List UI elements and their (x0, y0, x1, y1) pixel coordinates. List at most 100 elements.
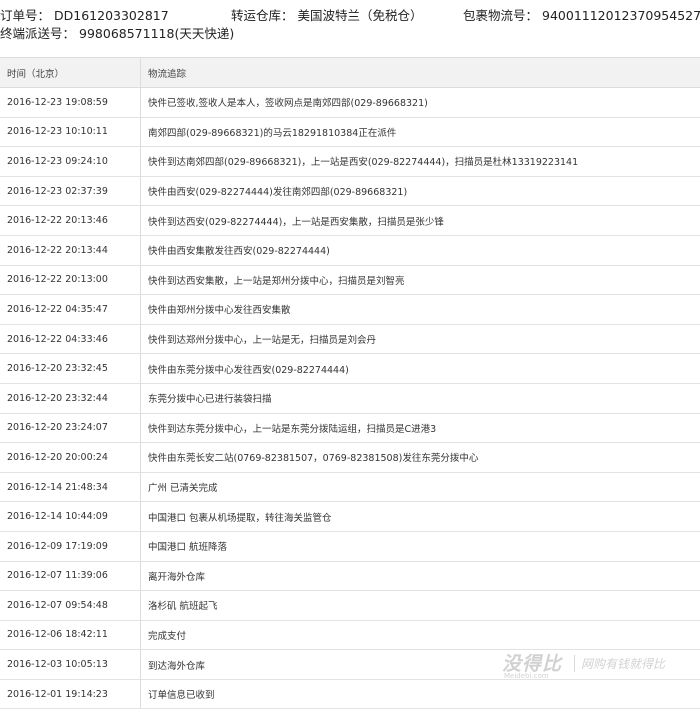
column-divider (140, 679, 141, 709)
table-row: 2016-12-23 19:08:59 快件已签收,签收人是本人，签收网点是南郊四… (0, 88, 700, 118)
column-divider (140, 176, 141, 206)
transit-warehouse-value: 美国波特兰（免税仓） (297, 8, 423, 23)
table-row: 2016-12-22 20:13:00 快件到达西安集散，上一站是郑州分拨中心，扫… (0, 265, 700, 296)
row-time: 2016-12-01 19:14:23 (7, 688, 108, 700)
row-tracking-info: 快件由西安集散发往西安(029-82274444) (148, 246, 330, 258)
table-row: 2016-12-06 18:42:11 完成支付 (0, 620, 700, 651)
shipment-header: 订单号： DD161203302817 转运仓库： 美国波特兰（免税仓） 包裹物流号… (0, 0, 700, 44)
row-time: 2016-12-22 20:13:46 (7, 215, 108, 227)
column-divider (140, 502, 141, 531)
column-divider (140, 354, 141, 383)
row-tracking-info: 到达海外仓库 (148, 660, 206, 672)
column-header-tracking: 物流追踪 (148, 68, 187, 80)
table-header-row: 时间（北京） 物流追踪 (0, 58, 700, 88)
table-row: 2016-12-14 21:48:34 广州 已清关完成 (0, 472, 700, 503)
table-row: 2016-12-20 23:24:07 快件到达东莞分拨中心，上一站是东莞分拨陆运… (0, 413, 700, 444)
table-row: 2016-12-23 10:10:11 南郊四部(029-89668321)的马云… (0, 117, 700, 148)
row-tracking-info: 快件由郑州分拨中心发往西安集散 (148, 305, 291, 317)
row-tracking-info: 快件到达南郊四部(029-89668321)，上一站是西安(029-822744… (148, 157, 579, 169)
row-tracking-info: 快件到达西安集散，上一站是郑州分拨中心，扫描员是刘智亮 (148, 275, 405, 287)
row-time: 2016-12-22 04:35:47 (7, 303, 108, 315)
column-divider (140, 413, 141, 443)
column-divider (140, 295, 141, 324)
row-tracking-info: 快件由东莞长安二站(0769-82381507，0769-82381508)发往… (148, 453, 479, 465)
column-divider (140, 206, 141, 235)
order-number-label: 订单号： (0, 8, 51, 23)
tracking-table: 时间（北京） 物流追踪 2016-12-23 19:08:59 快件已签收,签收人… (0, 57, 700, 709)
row-time: 2016-12-20 23:32:45 (7, 363, 108, 375)
row-tracking-info: 东莞分拨中心已进行装袋扫描 (148, 394, 272, 406)
column-header-time: 时间（北京） (7, 68, 65, 80)
row-time: 2016-12-23 10:10:11 (7, 126, 108, 138)
row-time: 2016-12-03 10:05:13 (7, 659, 108, 671)
table-row: 2016-12-20 23:32:45 快件由东莞分拨中心发往西安(029-822… (0, 354, 700, 384)
row-time: 2016-12-22 04:33:46 (7, 333, 108, 345)
column-divider (140, 591, 141, 620)
row-tracking-info: 快件由东莞分拨中心发往西安(029-82274444) (148, 364, 349, 376)
column-divider (140, 383, 141, 413)
row-time: 2016-12-23 02:37:39 (7, 185, 108, 197)
row-time: 2016-12-23 09:24:10 (7, 155, 108, 167)
table-row: 2016-12-22 04:33:46 快件到达郑州分拨中心，上一站是无，扫描员是… (0, 324, 700, 355)
row-tracking-info: 快件由西安(029-82274444)发往南郊四部(029-89668321) (148, 187, 408, 199)
table-row: 2016-12-23 09:24:10 快件到达南郊四部(029-89668321… (0, 147, 700, 177)
row-tracking-info: 快件到达郑州分拨中心，上一站是无，扫描员是刘会丹 (148, 335, 377, 347)
final-delivery-value: 998068571118(天天快递) (79, 26, 235, 41)
transit-warehouse: 转运仓库： 美国波特兰（免税仓） (231, 8, 423, 24)
column-divider (140, 531, 141, 561)
column-divider (140, 324, 141, 354)
column-divider (140, 443, 141, 472)
table-row: 2016-12-22 04:35:47 快件由郑州分拨中心发往西安集散 (0, 295, 700, 325)
table-row: 2016-12-22 20:13:44 快件由西安集散发往西安(029-82274… (0, 235, 700, 266)
column-divider (140, 265, 141, 295)
order-number: 订单号： DD161203302817 (0, 8, 169, 24)
table-row: 2016-12-03 10:05:13 到达海外仓库 (0, 650, 700, 680)
row-tracking-info: 订单信息已收到 (148, 690, 215, 702)
column-divider (140, 561, 141, 591)
table-row: 2016-12-14 10:44:09 中国港口 包裹从机场提取，转往海关监管仓 (0, 502, 700, 532)
final-delivery-label: 终端派送号： (0, 26, 76, 41)
column-divider (140, 88, 141, 117)
row-tracking-info: 快件到达东莞分拨中心，上一站是东莞分拨陆运组，扫描员是C进港3 (148, 423, 437, 435)
transit-warehouse-label: 转运仓库： (231, 8, 294, 23)
column-divider (140, 472, 141, 502)
table-row: 2016-12-07 09:54:48 洛杉矶 航班起飞 (0, 591, 700, 621)
row-tracking-info: 中国港口 航班降落 (148, 542, 228, 554)
package-tracking-label: 包裹物流号： (463, 8, 539, 23)
row-time: 2016-12-22 20:13:44 (7, 244, 108, 256)
column-divider (140, 620, 141, 650)
table-row: 2016-12-09 17:19:09 中国港口 航班降落 (0, 531, 700, 562)
row-tracking-info: 快件到达西安(029-82274444)，上一站是西安集散，扫描员是张少锋 (148, 216, 444, 228)
table-row: 2016-12-07 11:39:06 离开海外仓库 (0, 561, 700, 592)
table-row: 2016-12-20 20:00:24 快件由东莞长安二站(0769-823815… (0, 443, 700, 473)
row-time: 2016-12-14 10:44:09 (7, 511, 108, 523)
column-divider (140, 650, 141, 679)
row-time: 2016-12-20 23:24:07 (7, 422, 108, 434)
row-tracking-info: 广州 已清关完成 (148, 483, 218, 495)
table-row: 2016-12-22 20:13:46 快件到达西安(029-82274444)，… (0, 206, 700, 236)
row-time: 2016-12-14 21:48:34 (7, 481, 108, 493)
table-row: 2016-12-20 23:32:44 东莞分拨中心已进行装袋扫描 (0, 383, 700, 414)
package-tracking-number: 包裹物流号： 9400111201237095452714 (463, 8, 700, 24)
row-time: 2016-12-07 09:54:48 (7, 599, 108, 611)
package-tracking-value: 9400111201237095452714 (542, 8, 700, 23)
row-time: 2016-12-23 19:08:59 (7, 96, 108, 108)
row-time: 2016-12-22 20:13:00 (7, 274, 108, 286)
row-tracking-info: 南郊四部(029-89668321)的马云18291810384正在派件 (148, 127, 397, 139)
row-time: 2016-12-20 23:32:44 (7, 392, 108, 404)
table-body: 2016-12-23 19:08:59 快件已签收,签收人是本人，签收网点是南郊四… (0, 88, 700, 709)
column-divider (140, 147, 141, 176)
row-tracking-info: 中国港口 包裹从机场提取，转往海关监管仓 (148, 512, 332, 524)
row-tracking-info: 离开海外仓库 (148, 571, 206, 583)
table-row: 2016-12-23 02:37:39 快件由西安(029-82274444)发往… (0, 176, 700, 207)
row-tracking-info: 完成支付 (148, 630, 187, 642)
column-divider (140, 117, 141, 147)
row-time: 2016-12-09 17:19:09 (7, 540, 108, 552)
row-time: 2016-12-20 20:00:24 (7, 451, 108, 463)
row-tracking-info: 洛杉矶 航班起飞 (148, 601, 218, 613)
column-divider (140, 58, 141, 87)
row-tracking-info: 快件已签收,签收人是本人，签收网点是南郊四部(029-89668321) (148, 98, 428, 110)
row-time: 2016-12-06 18:42:11 (7, 629, 108, 641)
order-number-value: DD161203302817 (54, 8, 169, 23)
row-time: 2016-12-07 11:39:06 (7, 570, 108, 582)
